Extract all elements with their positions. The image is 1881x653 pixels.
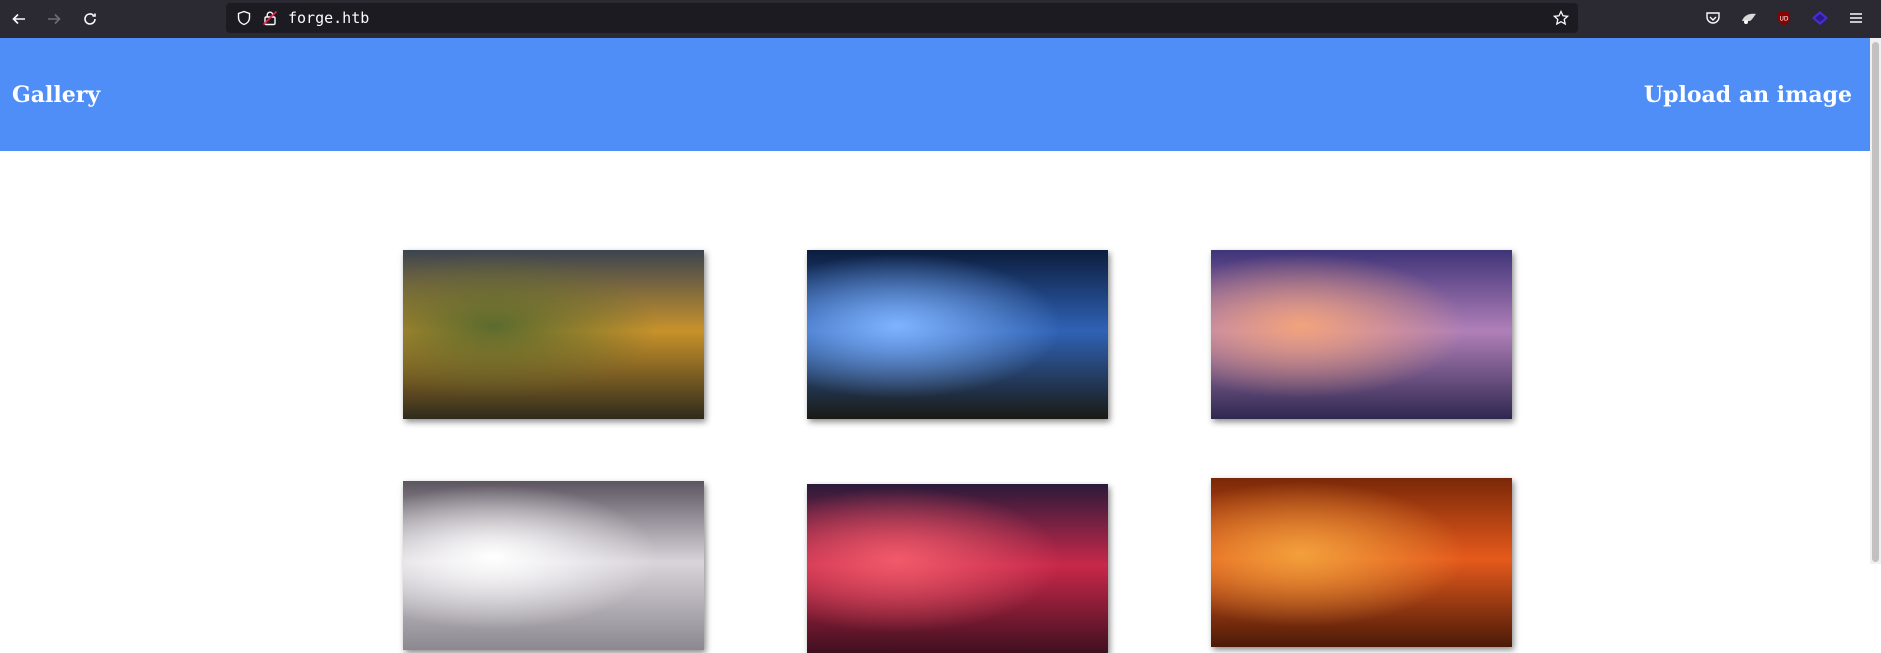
back-arrow-icon bbox=[12, 13, 25, 25]
url-bar[interactable]: forge.htb bbox=[226, 3, 1578, 33]
forward-button[interactable] bbox=[42, 7, 66, 31]
bookmark-star-icon[interactable] bbox=[1553, 10, 1569, 26]
gallery-image[interactable] bbox=[1211, 250, 1512, 419]
pocket-icon[interactable] bbox=[1704, 9, 1722, 27]
foxyproxy-icon[interactable] bbox=[1811, 9, 1829, 27]
gallery-image[interactable] bbox=[403, 481, 704, 650]
menu-icon[interactable] bbox=[1847, 9, 1865, 27]
url-text[interactable]: forge.htb bbox=[288, 9, 369, 27]
gallery-link[interactable]: Gallery bbox=[12, 82, 100, 108]
browser-toolbar: forge.htb UD bbox=[0, 0, 1881, 38]
svg-text:UD: UD bbox=[1779, 16, 1788, 23]
ublock-icon[interactable]: UD bbox=[1775, 9, 1793, 27]
back-button[interactable] bbox=[7, 7, 31, 31]
gallery-image[interactable] bbox=[807, 484, 1108, 653]
upload-image-link[interactable]: Upload an image bbox=[1644, 82, 1852, 108]
gallery-image[interactable] bbox=[403, 250, 704, 419]
shield-icon[interactable] bbox=[236, 10, 252, 26]
forward-arrow-icon bbox=[48, 13, 61, 25]
page-scrollbar[interactable] bbox=[1870, 38, 1881, 564]
lock-insecure-icon[interactable] bbox=[262, 10, 278, 26]
scrollbar-thumb[interactable] bbox=[1872, 42, 1879, 562]
gallery-image[interactable] bbox=[807, 250, 1108, 419]
reload-button[interactable] bbox=[78, 7, 102, 31]
gallery-image[interactable] bbox=[1211, 478, 1512, 647]
reload-icon bbox=[84, 13, 96, 25]
site-header: Gallery Upload an image bbox=[0, 38, 1870, 151]
extension-icon[interactable] bbox=[1740, 9, 1758, 27]
